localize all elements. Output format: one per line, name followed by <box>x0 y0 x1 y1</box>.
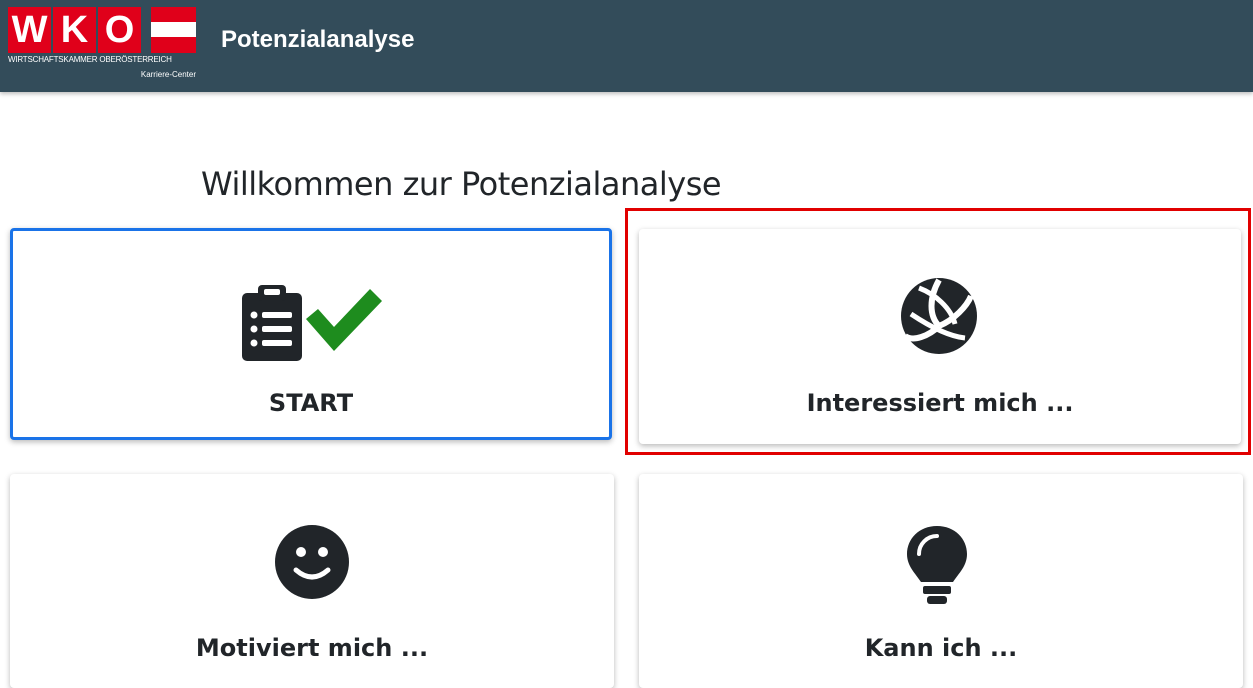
clipboard-check-icon <box>242 285 382 361</box>
volleyball-icon <box>901 278 977 354</box>
motiviert-tile[interactable]: Motiviert mich ... <box>10 474 614 688</box>
logo-letter-w: W <box>8 7 51 53</box>
top-bar: W K O WIRTSCHAFTSKAMMER OBERÖSTERREICH K… <box>0 0 1253 92</box>
logo-letter-o: O <box>98 7 141 53</box>
interessiert-tile[interactable]: Interessiert mich ... <box>639 229 1241 444</box>
start-tile[interactable]: START <box>10 228 612 440</box>
app-title: Potenzialanalyse <box>221 26 415 53</box>
smiley-icon <box>275 525 349 599</box>
motiviert-label: Motiviert mich ... <box>195 634 429 662</box>
logo-letters: W K O <box>8 7 143 53</box>
kann-ich-label: Kann ich ... <box>864 634 1018 662</box>
austria-flag-icon <box>151 7 196 53</box>
page-title: Willkommen zur Potenzialanalyse <box>201 165 722 203</box>
wko-logo[interactable]: W K O WIRTSCHAFTSKAMMER OBERÖSTERREICH K… <box>8 7 196 87</box>
logo-subtitle-karriere: Karriere-Center <box>140 70 196 79</box>
logo-subtitle: WIRTSCHAFTSKAMMER OBERÖSTERREICH <box>8 55 172 64</box>
logo-letter-k: K <box>53 7 96 53</box>
kann-ich-tile[interactable]: Kann ich ... <box>639 474 1243 688</box>
lightbulb-icon <box>907 526 967 604</box>
interessiert-label: Interessiert mich ... <box>806 389 1074 417</box>
start-label: START <box>268 389 354 417</box>
